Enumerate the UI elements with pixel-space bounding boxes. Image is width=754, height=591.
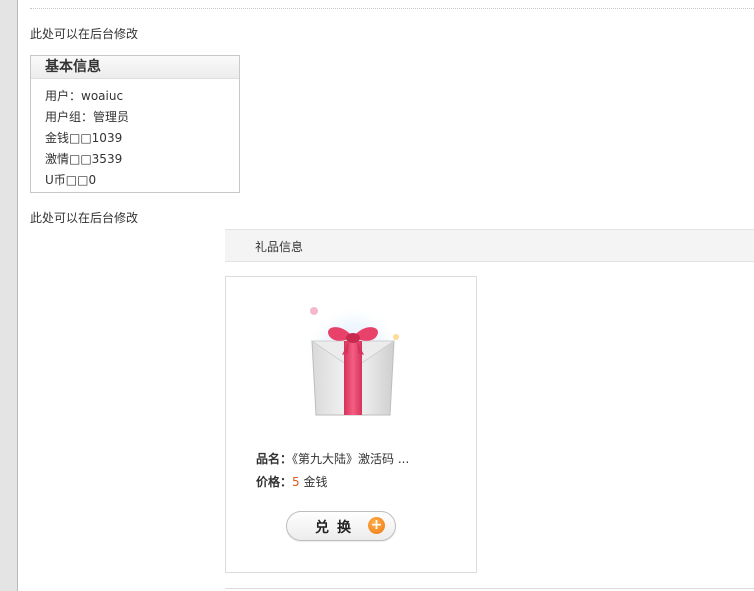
exchange-button[interactable]: 兑换 + (286, 511, 396, 541)
info-ucoin: U币□□0 (45, 173, 97, 187)
gift-section-header: 礼品信息 (225, 229, 754, 262)
basic-info-panel: 基本信息 用户：woaiuc 用户组：管理员 金钱□□1039 激情□□3539… (30, 55, 240, 193)
top-divider (30, 8, 754, 9)
gift-price-value: 5 (292, 475, 300, 489)
gift-name-label: 品名： (256, 452, 293, 466)
info-user: 用户：woaiuc (45, 89, 124, 103)
gift-price-label: 价格： (256, 475, 293, 489)
middle-note: 此处可以在后台修改 (30, 211, 139, 225)
plus-icon: + (368, 517, 385, 534)
info-money: 金钱□□1039 (45, 131, 123, 145)
top-note: 此处可以在后台修改 (30, 27, 139, 41)
bottom-divider (225, 588, 754, 589)
gift-price: 价格：5 金钱 (256, 473, 327, 490)
basic-info-title: 基本信息 (31, 56, 239, 79)
gift-name: 品名：《第九大陆》激活码 ... (256, 450, 409, 467)
gift-box-icon[interactable] (300, 297, 406, 423)
info-passion: 激情□□3539 (45, 152, 123, 166)
left-rail (0, 0, 18, 591)
basic-info-list: 用户：woaiuc 用户组：管理员 金钱□□1039 激情□□3539 U币□□… (31, 79, 239, 191)
exchange-button-label: 兑换 (315, 520, 359, 536)
gift-section-title: 礼品信息 (255, 240, 304, 254)
gift-name-value[interactable]: 《第九大陆》激活码 ... (292, 452, 409, 466)
gift-card: 品名：《第九大陆》激活码 ... 价格：5 金钱 兑换 + (225, 276, 477, 573)
info-usergroup: 用户组：管理员 (45, 110, 130, 124)
gift-price-unit: 金钱 (299, 475, 328, 489)
